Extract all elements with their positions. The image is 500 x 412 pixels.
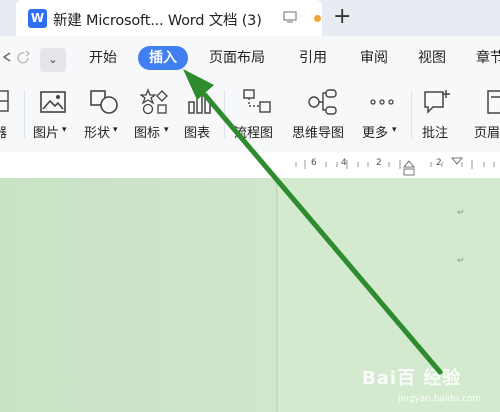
tool-picture-label: 图片: [33, 126, 60, 141]
tool-mindmap-label: 思维导图: [292, 126, 345, 141]
tool-picture[interactable]: 图片 ▾: [33, 82, 73, 152]
chevron-down-icon: ▾: [392, 125, 397, 135]
chevron-down-icon: ▾: [164, 125, 169, 135]
tool-comment[interactable]: 批注: [420, 82, 454, 152]
document-tab[interactable]: W 新建 Microsoft... Word 文档 (3): [16, 0, 322, 36]
tool-flowchart[interactable]: 流程图: [234, 82, 280, 152]
ribbon-separator: [411, 90, 412, 138]
tool-mindmap[interactable]: 思维导图: [292, 82, 352, 152]
ruler-number: 2: [376, 158, 382, 168]
title-bar: W 新建 Microsoft... Word 文档 (3) +: [0, 0, 500, 36]
tab-review[interactable]: 审阅: [360, 49, 388, 67]
document-tab-title: 新建 Microsoft... Word 文档 (3): [53, 13, 262, 29]
ribbon-separator: [24, 90, 25, 138]
header-icon: [487, 90, 500, 114]
indent-marker-icon: [402, 160, 416, 168]
chevron-down-icon: ▾: [113, 125, 118, 135]
quick-access-more-button[interactable]: ⌄: [40, 48, 66, 72]
tab-insert[interactable]: 插入: [138, 46, 188, 70]
chart-icon: [188, 93, 211, 114]
tool-chart-label: 图表: [184, 126, 211, 141]
wps-writer-icon: W: [28, 9, 47, 28]
ruler-number: 6: [311, 158, 317, 168]
tool-header-label: 页眉: [474, 126, 500, 141]
new-tab-button[interactable]: +: [333, 6, 351, 28]
picture-icon: [40, 91, 66, 113]
tool-shape[interactable]: 形状 ▾: [83, 82, 127, 152]
comment-icon: [424, 90, 450, 114]
ruler-ticks: [295, 157, 495, 176]
tool-more-label: 更多: [362, 126, 389, 141]
tool-partial[interactable]: 器: [0, 82, 12, 152]
ruler-number: 4: [341, 158, 347, 168]
tool-header[interactable]: 页眉: [474, 82, 500, 152]
menu-bar: ⌄ 开始 插入 页面布局 引用 审阅 视图 章节: [0, 36, 500, 82]
tool-more[interactable]: 更多 ▾: [362, 82, 404, 152]
ribbon-separator: [224, 90, 225, 138]
tool-icon-label: 图标: [134, 126, 161, 141]
tool-flowchart-label: 流程图: [234, 126, 274, 141]
redo-icon[interactable]: [16, 50, 32, 66]
tool-icon[interactable]: 图标 ▾: [134, 82, 178, 152]
ruler-number: 2: [436, 158, 442, 168]
right-indent-marker-icon: [450, 157, 464, 165]
tab-page-layout[interactable]: 页面布局: [209, 49, 265, 67]
mindmap-icon: [308, 89, 337, 115]
paragraph-mark: ↵: [457, 256, 465, 266]
tab-references[interactable]: 引用: [299, 49, 327, 67]
tool-comment-label: 批注: [422, 126, 449, 141]
tool-shape-label: 形状: [84, 126, 111, 141]
chevron-down-icon: ▾: [62, 125, 67, 135]
paragraph-mark: ↵: [457, 208, 465, 218]
horizontal-ruler[interactable]: 6 4 2 2: [0, 152, 500, 178]
watermark-url: jingyan.baidu.com: [398, 394, 482, 404]
undo-icon[interactable]: [0, 50, 14, 64]
tab-section[interactable]: 章节: [476, 49, 500, 67]
more-dots-icon: [370, 99, 394, 105]
tool-chart[interactable]: 图表: [184, 82, 216, 152]
tab-home[interactable]: 开始: [89, 49, 117, 67]
monitor-icon[interactable]: [283, 11, 297, 23]
flowchart-icon: [243, 89, 271, 113]
ribbon-insert: 器 图片 ▾ 形状 ▾ 图标 ▾ 图表 流程图 思维导图 更多 ▾ 批注 页眉: [0, 82, 500, 153]
icon-library-icon: [140, 88, 168, 115]
shape-icon: [90, 90, 118, 114]
tool-partial-label: 器: [0, 126, 8, 141]
table-icon: [0, 90, 9, 112]
unsaved-dot-icon: [314, 15, 321, 22]
tab-view[interactable]: 视图: [418, 49, 446, 67]
baidu-jingyan-watermark: Bai百 经验: [362, 368, 462, 389]
